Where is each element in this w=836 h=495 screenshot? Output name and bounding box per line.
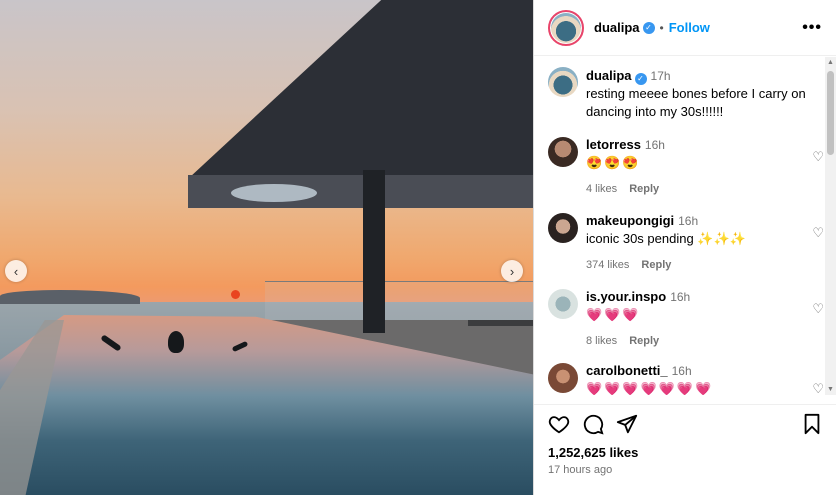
caption-time: 17h [650, 69, 671, 83]
more-options-icon[interactable]: ••• [802, 19, 822, 37]
author-username[interactable]: dualipa [594, 20, 640, 35]
comment-text: iconic 30s pending ✨✨✨ [586, 231, 746, 246]
commenter-avatar[interactable] [548, 289, 578, 319]
canopy-pillar [363, 170, 385, 333]
reply-button[interactable]: Reply [629, 335, 659, 347]
like-comment-heart-icon[interactable]: ♡ [812, 381, 824, 395]
separator-dot: • [659, 20, 664, 35]
post-header: dualipa ✓ • Follow ••• [534, 0, 836, 56]
commenter-username[interactable]: makeupongigi [586, 213, 674, 228]
comment-item: is.your.inspo 16h 💗💗💗 8 likes Reply ♡ [548, 289, 824, 347]
comment-item: makeupongigi 16h iconic 30s pending ✨✨✨ 3… [548, 213, 824, 271]
like-comment-heart-icon[interactable]: ♡ [812, 149, 824, 165]
distant-hill [0, 290, 140, 304]
post-sidebar: dualipa ✓ • Follow ••• dualipa ✓ 17h resti… [533, 0, 836, 495]
caption-text: resting meeee bones before I carry on da… [586, 86, 806, 119]
like-comment-heart-icon[interactable]: ♡ [812, 301, 824, 317]
sun [231, 290, 240, 299]
comment-text: 😍😍😍 [586, 155, 641, 170]
comment-item: carolbonetti_ 16h 💗💗💗💗💗💗💗 ♡ [548, 363, 824, 395]
verified-badge-icon: ✓ [642, 21, 655, 34]
reply-button[interactable]: Reply [629, 183, 659, 195]
comment-icon[interactable] [582, 413, 604, 435]
scroll-down-arrow-icon[interactable]: ▼ [827, 386, 834, 393]
comments-list[interactable]: dualipa ✓ 17h resting meeee bones before I… [534, 57, 824, 395]
commenter-username[interactable]: is.your.inspo [586, 289, 666, 304]
comment-item: letorress 16h 😍😍😍 4 likes Reply ♡ [548, 137, 824, 195]
commenter-avatar[interactable] [548, 137, 578, 167]
canopy-skylight [231, 184, 317, 202]
bookmark-icon[interactable] [801, 413, 823, 435]
comment-time: 16h [644, 138, 665, 152]
scrollbar-thumb[interactable] [827, 71, 834, 155]
comment-text: 💗💗💗 [586, 307, 641, 322]
commenter-username[interactable]: carolbonetti_ [586, 363, 668, 378]
swimmer-head [168, 331, 184, 353]
reply-button[interactable]: Reply [641, 259, 671, 271]
commenter-avatar[interactable] [548, 363, 578, 393]
chevron-right-icon: › [509, 263, 515, 279]
caption-username[interactable]: dualipa [586, 68, 632, 83]
comment-time: 16h [671, 364, 692, 378]
like-comment-heart-icon[interactable]: ♡ [812, 225, 824, 241]
commenter-username[interactable]: letorress [586, 137, 641, 152]
post-photo[interactable]: ‹ › [0, 0, 533, 495]
comment-likes[interactable]: 4 likes [586, 183, 617, 195]
prev-photo-button[interactable]: ‹ [5, 260, 27, 282]
share-icon[interactable] [616, 413, 638, 435]
next-photo-button[interactable]: › [501, 260, 523, 282]
scroll-up-arrow-icon[interactable]: ▲ [827, 59, 834, 66]
follow-button[interactable]: Follow [669, 20, 710, 35]
commenter-avatar[interactable] [548, 213, 578, 243]
glass-railing [265, 281, 533, 321]
post-timestamp: 17 hours ago [548, 464, 613, 476]
verified-badge-icon: ✓ [634, 73, 647, 85]
comment-time: 16h [670, 290, 691, 304]
likes-count[interactable]: 1,252,625 likes [548, 445, 823, 460]
author-avatar[interactable] [548, 9, 584, 46]
post-actions: 1,252,625 likes 17 hours ago [534, 404, 836, 482]
post-caption: dualipa ✓ 17h resting meeee bones before I… [534, 57, 824, 121]
chevron-left-icon: ‹ [13, 263, 19, 279]
comments-scrollbar[interactable]: ▲ ▼ [825, 57, 836, 395]
comment-likes[interactable]: 8 likes [586, 335, 617, 347]
lounge-bench [468, 320, 533, 326]
heart-icon[interactable] [548, 413, 570, 435]
comment-text: 💗💗💗💗💗💗💗 [586, 381, 714, 395]
caption-avatar[interactable] [548, 67, 578, 97]
comment-likes[interactable]: 374 likes [586, 259, 629, 271]
comment-time: 16h [678, 214, 699, 228]
